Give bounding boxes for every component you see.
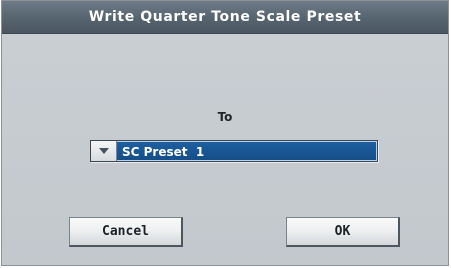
selected-preset-value[interactable]: SC Preset 1	[117, 141, 377, 161]
write-scale-preset-dialog: Write Quarter Tone Scale Preset To SC Pr…	[1, 0, 449, 266]
to-label: To	[217, 110, 233, 124]
target-preset-select[interactable]: SC Preset 1	[90, 140, 378, 162]
dialog-body: To SC Preset 1 Cancel OK	[2, 34, 448, 265]
dialog-title-bar: Write Quarter Tone Scale Preset	[2, 1, 448, 34]
ok-button[interactable]: OK	[286, 217, 400, 247]
chevron-down-icon	[98, 148, 109, 154]
dropdown-button[interactable]	[91, 141, 117, 161]
dialog-title: Write Quarter Tone Scale Preset	[88, 9, 362, 25]
cancel-button[interactable]: Cancel	[69, 217, 183, 247]
